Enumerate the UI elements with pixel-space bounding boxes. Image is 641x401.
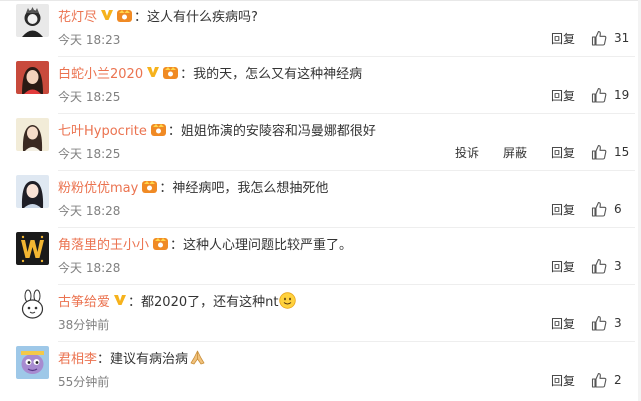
comment-text: 建议有病治病 [110, 351, 189, 367]
like-button[interactable]: 6 [591, 201, 641, 217]
verified-v-icon [147, 67, 160, 77]
comment-item: 花灯尽 ：这人有什么疾病吗? 今天 18:23 回复 31 [0, 0, 641, 57]
member-badge-icon [142, 180, 158, 193]
comment-text: 姐姐饰演的安陵容和冯曼娜都很好 [180, 123, 376, 139]
reply-button[interactable]: 回复 [551, 87, 575, 104]
avatar[interactable] [16, 4, 49, 37]
timestamp: 今天 18:25 [58, 90, 121, 104]
timestamp: 今天 18:28 [58, 261, 121, 275]
like-button[interactable]: 3 [591, 315, 641, 331]
comment-text: 我的天，怎么又有这种神经病 [193, 66, 363, 82]
username[interactable]: 君相李 [58, 348, 97, 367]
username[interactable]: 角落里的王小小 [58, 234, 149, 253]
username[interactable]: 七叶Hypocrite [58, 120, 147, 139]
avatar[interactable] [16, 118, 49, 151]
like-count: 3 [614, 259, 622, 273]
reply-button[interactable]: 回复 [551, 372, 575, 389]
thumbs-up-icon [591, 144, 607, 160]
smile-emoji-icon [279, 291, 297, 309]
avatar[interactable] [16, 346, 49, 379]
like-count: 2 [614, 373, 622, 387]
verified-v-icon [114, 295, 127, 305]
timestamp: 今天 18:25 [58, 147, 121, 161]
avatar[interactable] [16, 61, 49, 94]
thumbs-up-icon [591, 258, 607, 274]
verified-v-icon [101, 10, 114, 20]
member-badge-icon [153, 237, 169, 250]
member-badge-icon [150, 123, 166, 136]
like-button[interactable]: 19 [591, 87, 641, 103]
avatar[interactable] [16, 232, 49, 265]
comment-text: 神经病吧，我怎么想抽死他 [172, 180, 329, 196]
comment-item: 白蛇小兰2020 ：我的天，怎么又有这种神经病 今天 18:25 回复 19 [0, 57, 641, 114]
thumbs-up-icon [591, 201, 607, 217]
thumbs-up-icon [591, 372, 607, 388]
reply-button[interactable]: 回复 [551, 30, 575, 47]
comment-item: 君相李 ：建议有病治病 55分钟前 回复 2 [0, 342, 641, 399]
username[interactable]: 花灯尽 [58, 6, 97, 25]
timestamp: 55分钟前 [58, 375, 110, 389]
like-count: 15 [614, 145, 630, 159]
comment-text: 这人有什么疾病吗? [147, 9, 258, 25]
block-button[interactable]: 屏蔽 [503, 144, 527, 161]
like-button[interactable]: 31 [591, 30, 641, 46]
like-count: 19 [614, 88, 630, 102]
timestamp: 38分钟前 [58, 318, 110, 332]
reply-button[interactable]: 回复 [551, 201, 575, 218]
username[interactable]: 古筝给爱 [58, 291, 110, 310]
comment-item: 古筝给爱 ：都2020了，还有这种nt 38分钟前 回复 3 [0, 285, 641, 342]
comment-item: 七叶Hypocrite ：姐姐饰演的安陵容和冯曼娜都很好 今天 18:25 投诉… [0, 114, 641, 171]
report-button[interactable]: 投诉 [455, 144, 479, 161]
thumbs-up-icon [591, 30, 607, 46]
like-button[interactable]: 15 [591, 144, 641, 160]
reply-button[interactable]: 回复 [551, 258, 575, 275]
like-count: 31 [614, 31, 630, 45]
like-button[interactable]: 2 [591, 372, 641, 388]
reply-button[interactable]: 回复 [551, 315, 575, 332]
member-badge-icon [163, 66, 179, 79]
timestamp: 今天 18:28 [58, 204, 121, 218]
avatar[interactable] [16, 175, 49, 208]
avatar[interactable] [16, 289, 49, 322]
username[interactable]: 粉粉优优may [58, 177, 138, 196]
comment-item: 角落里的王小小 ：这种人心理问题比较严重了。 今天 18:28 回复 3 [0, 228, 641, 285]
thumbs-up-icon [591, 315, 607, 331]
comment-text: 都2020了，还有这种nt [141, 294, 279, 310]
pray-emoji-icon [190, 350, 205, 364]
like-count: 6 [614, 202, 622, 216]
member-badge-icon [117, 9, 133, 22]
thumbs-up-icon [591, 87, 607, 103]
timestamp: 今天 18:23 [58, 33, 121, 47]
reply-button[interactable]: 回复 [551, 144, 575, 161]
like-button[interactable]: 3 [591, 258, 641, 274]
username[interactable]: 白蛇小兰2020 [58, 63, 143, 82]
comment-text: 这种人心理问题比较严重了。 [183, 237, 353, 253]
like-count: 3 [614, 316, 622, 330]
comment-item: 粉粉优优may ：神经病吧，我怎么想抽死他 今天 18:28 回复 6 [0, 171, 641, 228]
